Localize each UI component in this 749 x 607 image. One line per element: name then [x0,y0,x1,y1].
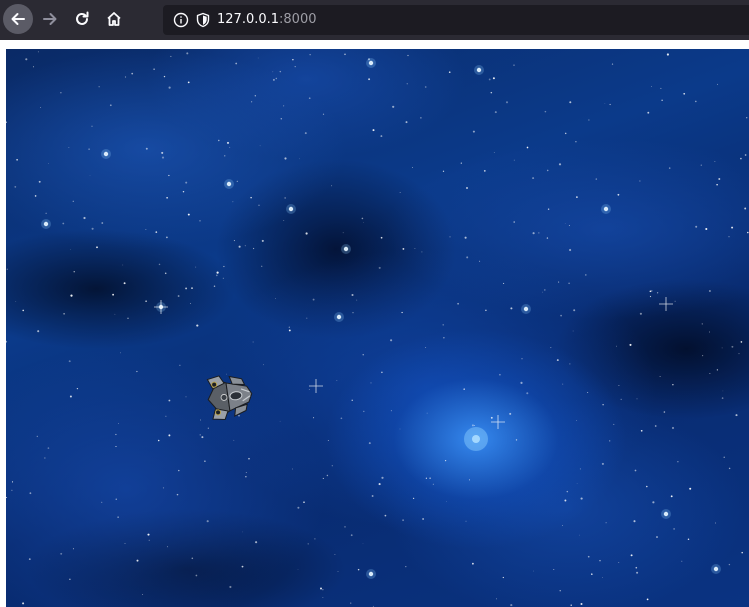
home-button[interactable] [99,4,129,34]
starfield [6,51,749,607]
game-canvas[interactable] [6,49,749,607]
forward-button[interactable] [35,4,65,34]
url-bar[interactable]: 127.0.0.1:8000 [163,5,749,35]
reload-icon [76,11,89,25]
back-button[interactable] [3,4,33,34]
home-icon [107,12,121,26]
url-port: :8000 [279,12,317,27]
url-text: 127.0.0.1:8000 [217,12,317,27]
shield-icon[interactable] [195,12,211,28]
info-icon[interactable] [173,12,189,28]
reload-button[interactable] [67,4,97,34]
url-host: 127.0.0.1 [217,12,280,27]
browser-toolbar: 127.0.0.1:8000 [0,0,749,40]
forward-arrow-icon [43,13,57,25]
back-arrow-icon [11,13,25,25]
player-spaceship [206,375,253,420]
